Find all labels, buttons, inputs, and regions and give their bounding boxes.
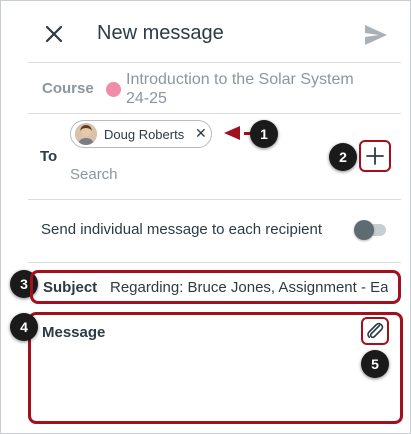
toggle-thumb[interactable] (354, 220, 374, 240)
avatar (75, 123, 97, 145)
callout-2: 2 (329, 143, 357, 171)
plus-icon (366, 147, 384, 165)
page-title: New message (97, 22, 224, 44)
recipient-name: Doug Roberts (104, 127, 185, 142)
to-label: To (40, 148, 58, 165)
subject-label: Subject (43, 279, 98, 296)
callout-arrow (224, 126, 240, 140)
divider (28, 62, 401, 63)
course-color-dot (106, 82, 121, 97)
divider (28, 199, 401, 200)
recipient-chip[interactable]: Doug Roberts ✕ (70, 120, 212, 148)
course-label: Course (42, 80, 94, 97)
callout-1: 1 (250, 120, 278, 148)
paperclip-icon (367, 322, 384, 339)
attach-button[interactable] (361, 317, 389, 345)
divider (28, 113, 401, 114)
callout-5: 5 (361, 350, 389, 378)
remove-recipient-icon[interactable]: ✕ (195, 125, 207, 142)
send-icon[interactable] (363, 23, 389, 47)
callout-4: 4 (10, 313, 38, 341)
subject-input[interactable]: Regarding: Bruce Jones, Assignment - Ea (110, 279, 388, 296)
close-icon[interactable] (40, 20, 68, 48)
message-label: Message (42, 324, 106, 341)
add-recipient-button[interactable] (359, 140, 391, 172)
divider (28, 262, 401, 263)
individual-message-label: Send individual message to each recipien… (41, 221, 323, 238)
recipient-search-input[interactable]: Search (70, 166, 118, 183)
course-name: Introduction to the Solar System 24-25 (126, 71, 354, 107)
